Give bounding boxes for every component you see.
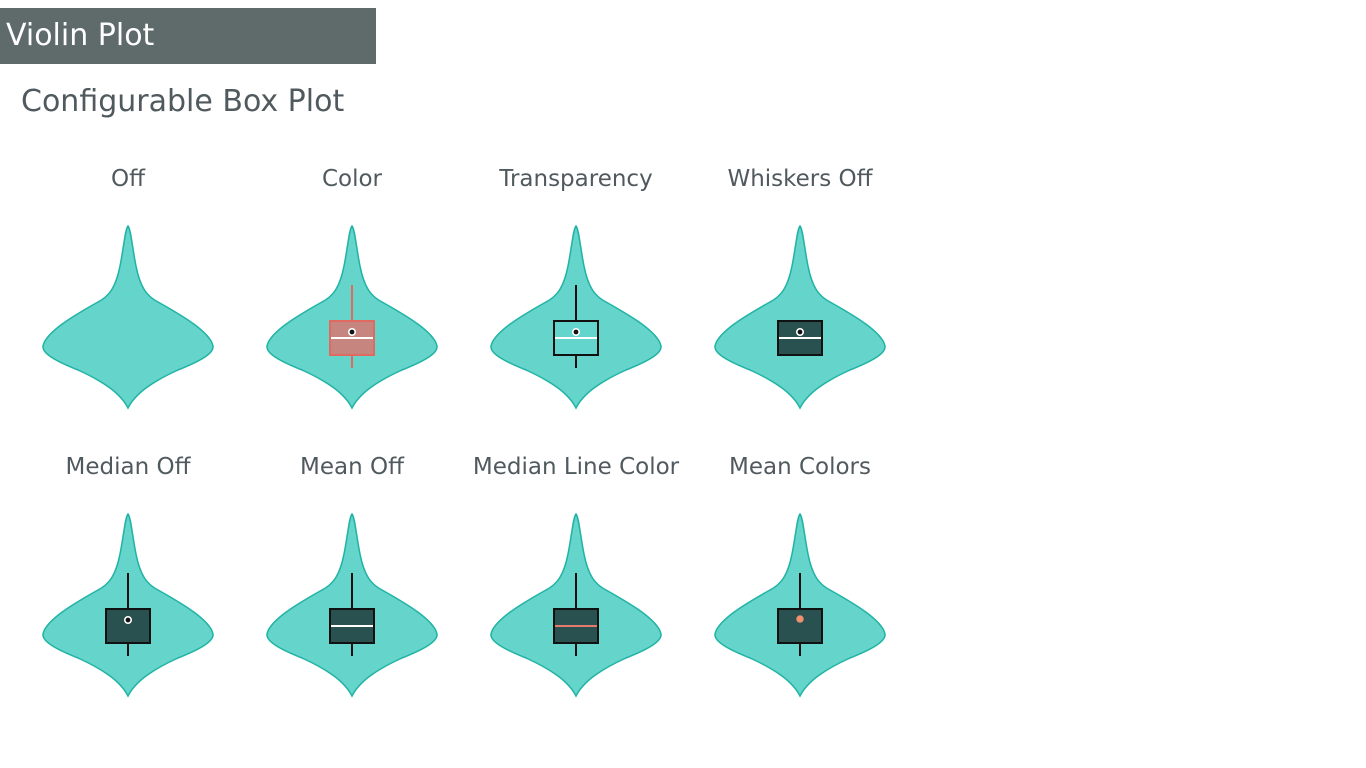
violin-panel: Mean Off — [266, 454, 438, 698]
mean-marker — [571, 327, 580, 336]
violin-grid: Off Color Transparency Whiskers Off Median O… — [42, 166, 886, 698]
panel-label: Median Off — [66, 454, 192, 480]
mean-marker — [347, 327, 356, 336]
box-iqr — [105, 608, 151, 644]
violin-shape — [42, 224, 214, 410]
violin-panel: Median Off — [42, 454, 214, 698]
violin-panel: Mean Colors — [714, 454, 886, 698]
panel-label: Color — [322, 166, 383, 192]
violin-shape — [714, 224, 886, 410]
mean-marker — [796, 615, 804, 623]
panel-label: Transparency — [498, 166, 652, 192]
panel-label: Median Line Color — [473, 454, 680, 480]
mean-marker — [124, 615, 133, 624]
violin-panel: Median Line Color — [473, 454, 680, 698]
violin-panel: Whiskers Off — [714, 166, 886, 410]
violin-panel: Transparency — [490, 166, 662, 410]
box-iqr — [777, 608, 823, 644]
panel-label: Whiskers Off — [727, 166, 873, 192]
panel-label: Off — [111, 166, 146, 192]
panel-label: Mean Colors — [729, 454, 871, 480]
violin-panel: Color — [266, 166, 438, 410]
mean-marker — [795, 327, 804, 336]
violin-panel: Off — [42, 166, 214, 410]
panel-label: Mean Off — [300, 454, 405, 480]
